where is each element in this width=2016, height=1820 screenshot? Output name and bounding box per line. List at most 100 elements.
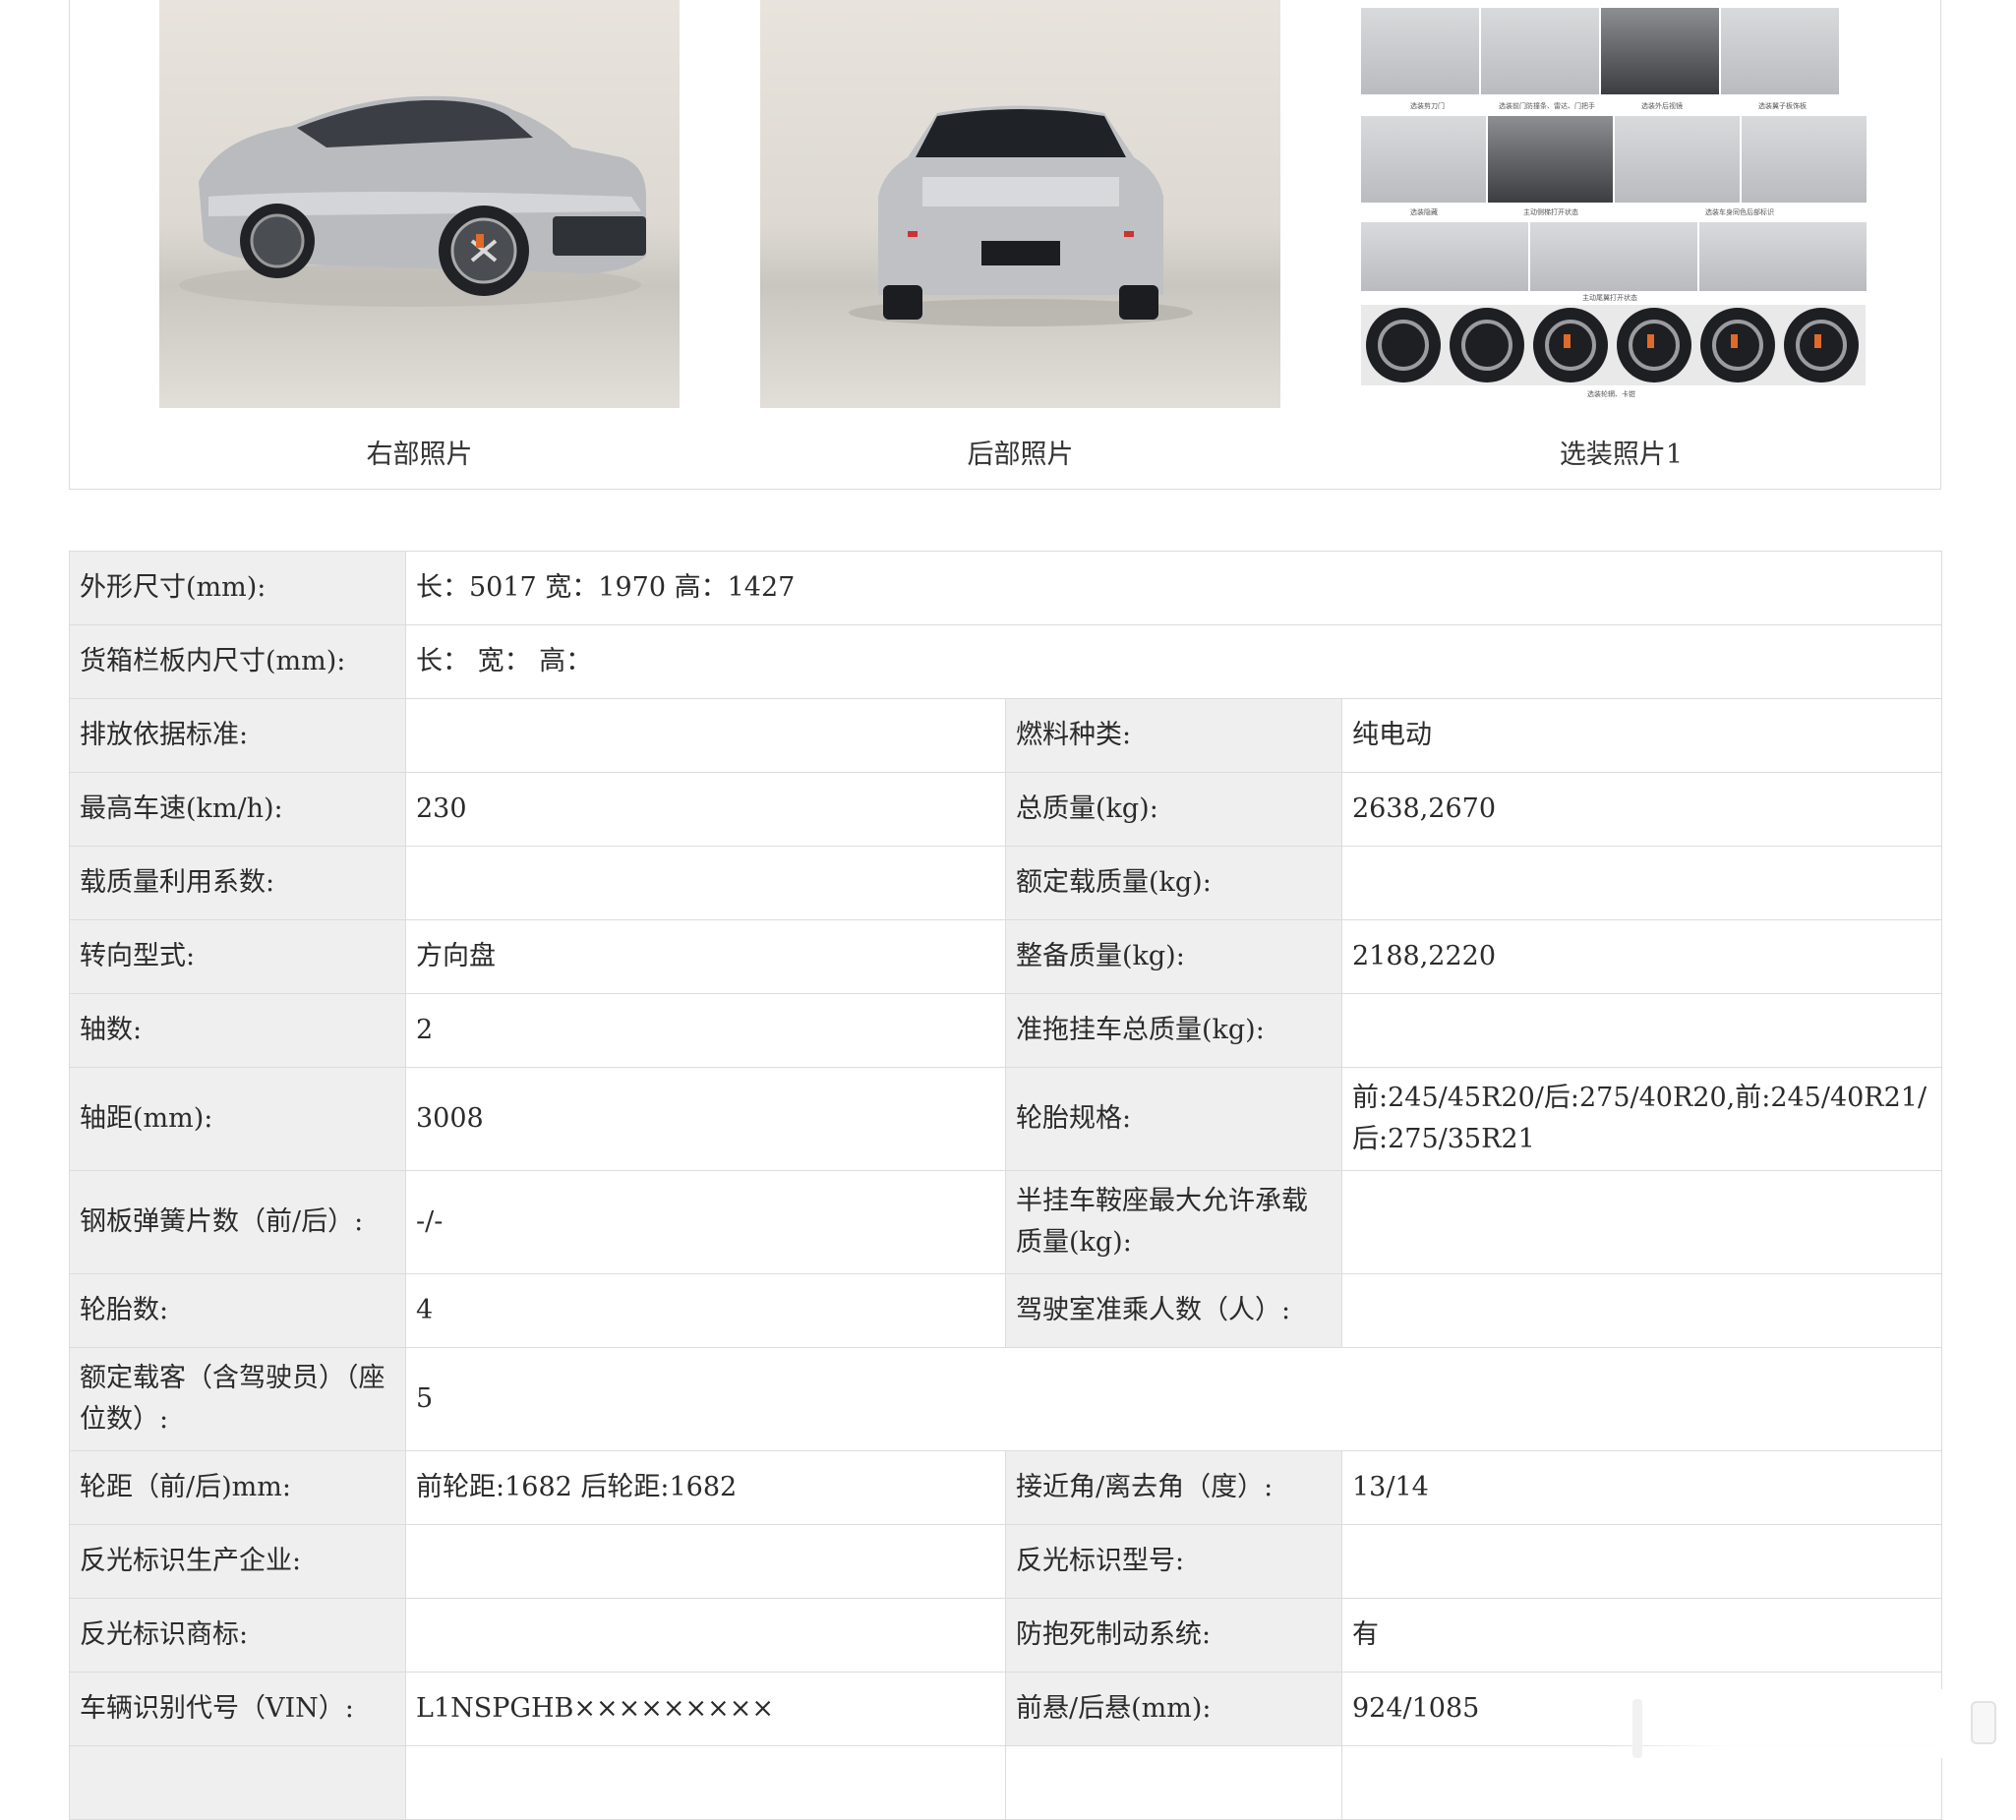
leaf-springs-label: 钢板弹簧片数（前/后）:	[69, 1170, 406, 1274]
collage-tile	[1742, 116, 1867, 203]
collage-tile	[1361, 116, 1486, 203]
dimensions-value: 长：5017 宽：1970 高：1427	[405, 551, 1942, 625]
tire-count-label: 轮胎数:	[69, 1273, 406, 1348]
wheelbase-label: 轴距(mm):	[69, 1067, 406, 1171]
steering-label: 转向型式:	[69, 919, 406, 994]
cut-off-value	[405, 1745, 1006, 1820]
collage-tile	[1615, 116, 1740, 203]
collage-tile	[1488, 116, 1613, 203]
option-photo-caption: 选装照片1	[1559, 440, 1684, 470]
abs-value: 有	[1341, 1598, 1942, 1673]
wheels-strip	[1361, 305, 1866, 385]
rear-photo-image	[760, 0, 1280, 408]
load-coeff-label: 载质量利用系数:	[69, 846, 406, 920]
reflector-brand-value	[405, 1598, 1006, 1673]
table-row: 轮胎数: 4 驾驶室准乘人数（人）:	[69, 1273, 1942, 1348]
back-to-top-button[interactable]	[1971, 1701, 1996, 1744]
reflector-brand-label: 反光标识商标:	[69, 1598, 406, 1673]
table-row: 货箱栏板内尺寸(mm): 长： 宽： 高：	[69, 624, 1942, 699]
emission-label: 排放依据标准:	[69, 698, 406, 773]
collage-tile	[1601, 8, 1719, 94]
gross-mass-label: 总质量(kg):	[1005, 772, 1342, 847]
table-row: 排放依据标准: 燃料种类: 纯电动	[69, 698, 1942, 773]
cab-seats-label: 驾驶室准乘人数（人）:	[1005, 1273, 1342, 1348]
emission-value	[405, 698, 1006, 773]
collage-tile	[1481, 8, 1599, 94]
cargo-label: 货箱栏板内尺寸(mm):	[69, 624, 406, 699]
cut-off-label	[69, 1745, 406, 1820]
table-row: 轴距(mm): 3008 轮胎规格: 前:245/45R20/后:275/40R…	[69, 1067, 1942, 1171]
table-row: 反光标识生产企业: 反光标识型号:	[69, 1524, 1942, 1599]
fuel-label: 燃料种类:	[1005, 698, 1342, 773]
table-row: 轴数: 2 准拖挂车总质量(kg):	[69, 993, 1942, 1068]
tire-count-value: 4	[405, 1273, 1006, 1348]
collage-tile	[1361, 8, 1479, 94]
table-row: 额定载客（含驾驶员）（座位数）: 5	[69, 1347, 1942, 1451]
passengers-label: 额定载客（含驾驶员）（座位数）:	[69, 1347, 406, 1451]
floating-toolbar-ghost	[1603, 1689, 2016, 1758]
collage-caption: 选装轮辋、卡钳	[1587, 390, 1635, 398]
table-row: 反光标识商标: 防抱死制动系统: 有	[69, 1598, 1942, 1673]
table-row: 钢板弹簧片数（前/后）: -/- 半挂车鞍座最大允许承载质量(kg):	[69, 1170, 1942, 1274]
collage-tile	[1361, 222, 1528, 291]
cab-seats-value	[1341, 1273, 1942, 1348]
table-row: 外形尺寸(mm): 长：5017 宽：1970 高：1427	[69, 551, 1942, 625]
cargo-value: 长： 宽： 高：	[405, 624, 1942, 699]
collage-caption: 主动尾翼打开状态	[1582, 294, 1637, 302]
tires-label: 轮胎规格:	[1005, 1067, 1342, 1171]
steering-value: 方向盘	[405, 919, 1006, 994]
reflector-maker-label: 反光标识生产企业:	[69, 1524, 406, 1599]
collage-caption: 选装隐藏	[1410, 208, 1438, 216]
axles-label: 轴数:	[69, 993, 406, 1068]
photo-panel: 右部照片 后部照片 选装剪刀门 选装前门防撞条、雷达、门把手 选装外后视镜 选装…	[69, 0, 1941, 490]
rated-load-value	[1341, 846, 1942, 920]
gross-mass-value: 2638,2670	[1341, 772, 1942, 847]
vin-label: 车辆识别代号（VIN）:	[69, 1672, 406, 1746]
wheelbase-value: 3008	[405, 1067, 1006, 1171]
spec-table: 外形尺寸(mm): 长：5017 宽：1970 高：1427 货箱栏板内尺寸(m…	[69, 551, 1942, 1820]
collage-caption: 选装剪刀门	[1410, 102, 1445, 110]
load-coeff-value	[405, 846, 1006, 920]
table-row: 最高车速(km/h): 230 总质量(kg): 2638,2670	[69, 772, 1942, 847]
saddle-load-label: 半挂车鞍座最大允许承载质量(kg):	[1005, 1170, 1342, 1274]
collage-caption: 选装翼子板饰板	[1758, 102, 1807, 110]
collage-caption: 主动侧梯打开状态	[1523, 208, 1578, 216]
trailer-mass-label: 准拖挂车总质量(kg):	[1005, 993, 1342, 1068]
table-row: 轮距（前/后)mm: 前轮距:1682 后轮距:1682 接近角/离去角（度）:…	[69, 1450, 1942, 1525]
rear-photo-caption: 后部照片	[967, 440, 1074, 470]
collage-caption: 选装前门防撞条、雷达、门把手	[1499, 102, 1595, 110]
fuel-value: 纯电动	[1341, 698, 1942, 773]
curb-mass-label: 整备质量(kg):	[1005, 919, 1342, 994]
track-label: 轮距（前/后)mm:	[69, 1450, 406, 1525]
track-value: 前轮距:1682 后轮距:1682	[405, 1450, 1006, 1525]
axles-value: 2	[405, 993, 1006, 1068]
table-row: 载质量利用系数: 额定载质量(kg):	[69, 846, 1942, 920]
collage-caption: 选装外后视镜	[1641, 102, 1683, 110]
scroll-indicator[interactable]	[1632, 1699, 1642, 1758]
collage-tile	[1721, 8, 1839, 94]
reflector-maker-value	[405, 1524, 1006, 1599]
right-photo-image	[159, 0, 680, 408]
angles-value: 13/14	[1341, 1450, 1942, 1525]
saddle-load-value	[1341, 1170, 1942, 1274]
reflector-model-label: 反光标识型号:	[1005, 1524, 1342, 1599]
dimensions-label: 外形尺寸(mm):	[69, 551, 406, 625]
reflector-model-value	[1341, 1524, 1942, 1599]
max-speed-value: 230	[405, 772, 1006, 847]
max-speed-label: 最高车速(km/h):	[69, 772, 406, 847]
collage-tile	[1530, 222, 1697, 291]
angles-label: 接近角/离去角（度）:	[1005, 1450, 1342, 1525]
tires-value: 前:245/45R20/后:275/40R20,前:245/40R21/后:27…	[1341, 1067, 1942, 1171]
leaf-springs-value: -/-	[405, 1170, 1006, 1274]
vin-value: L1NSPGHB×××××××××	[405, 1672, 1006, 1746]
rated-load-label: 额定载质量(kg):	[1005, 846, 1342, 920]
collage-tile	[1699, 222, 1867, 291]
passengers-value: 5	[405, 1347, 1942, 1451]
curb-mass-value: 2188,2220	[1341, 919, 1942, 994]
cut-off-label-2	[1005, 1745, 1342, 1820]
overhang-label: 前悬/后悬(mm):	[1005, 1672, 1342, 1746]
right-photo-caption: 右部照片	[366, 440, 473, 470]
abs-label: 防抱死制动系统:	[1005, 1598, 1342, 1673]
option-photo-collage: 选装剪刀门 选装前门防撞条、雷达、门把手 选装外后视镜 选装翼子板饰板 选装隐藏…	[1361, 0, 1881, 408]
collage-caption: 选装车身同色后部标识	[1705, 208, 1774, 216]
